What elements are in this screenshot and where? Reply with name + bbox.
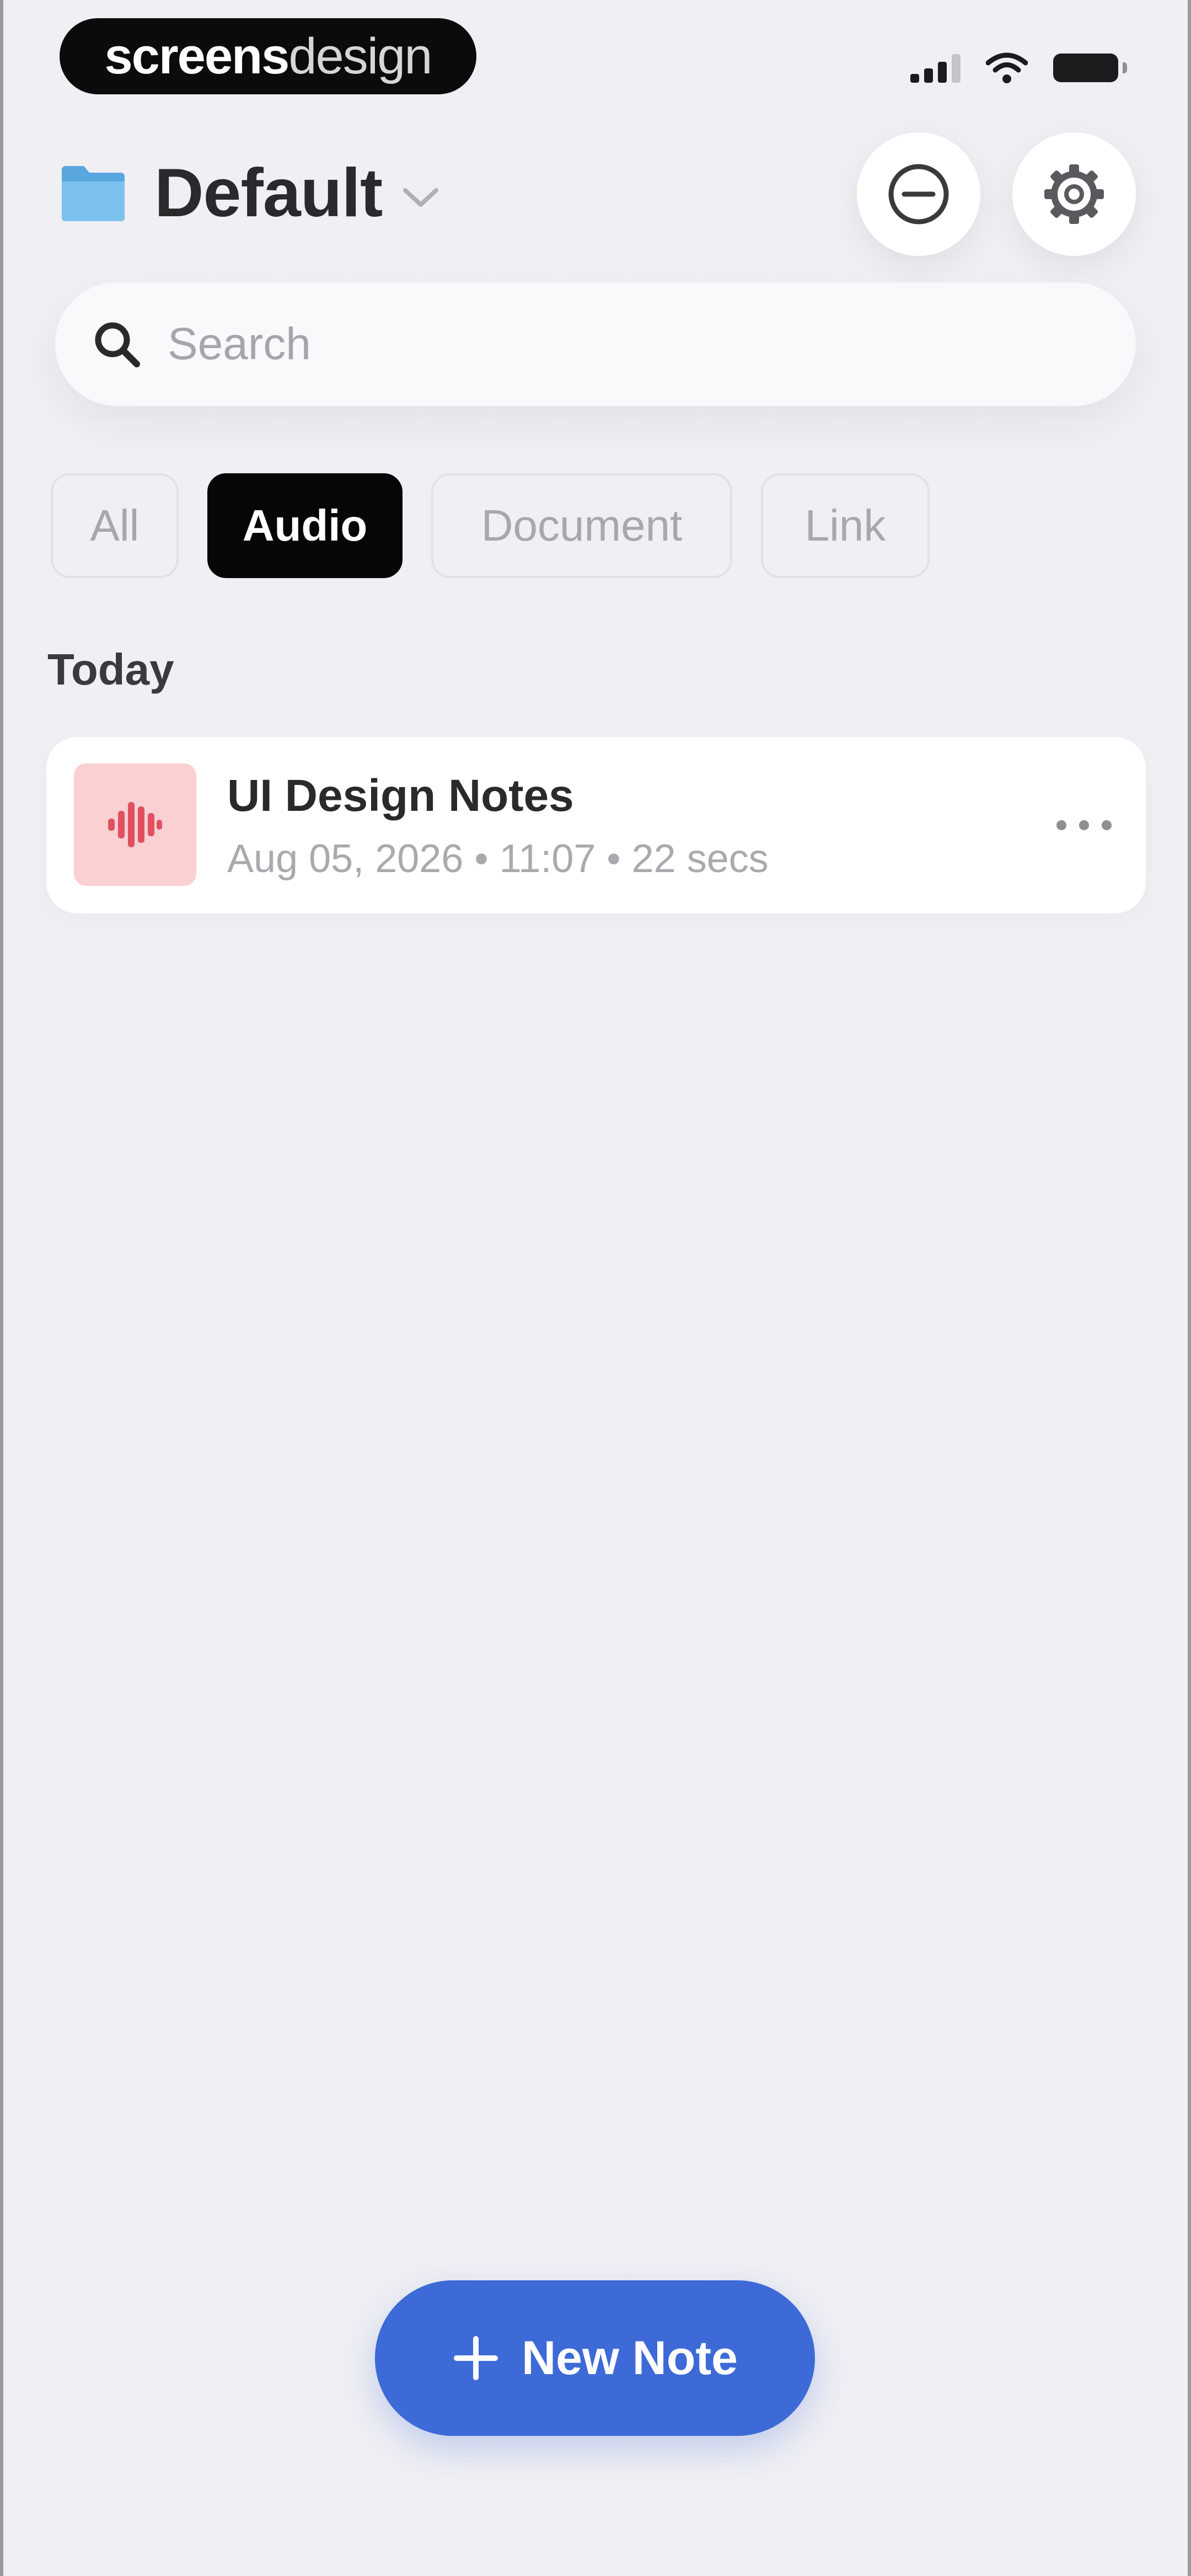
note-meta: Aug 05, 2026 • 11:07 • 22 secs [227,837,769,881]
filter-chips: All Audio Document Link [51,473,930,578]
filter-chip-link[interactable]: Link [761,473,930,578]
brand-watermark-part1: screens [104,28,290,84]
remove-button[interactable] [857,132,980,256]
note-title: UI Design Notes [227,771,574,821]
note-list-item[interactable]: UI Design Notes Aug 05, 2026 • 11:07 • 2… [46,737,1146,913]
new-note-button[interactable]: New Note [375,2280,815,2436]
minus-circle-icon [888,164,949,225]
search-input[interactable] [167,318,1051,371]
plus-icon [454,2336,498,2380]
search-icon [95,322,140,367]
filter-chip-document[interactable]: Document [431,473,732,578]
wifi-icon [986,52,1028,83]
new-note-label: New Note [522,2331,738,2385]
settings-button[interactable] [1012,132,1136,256]
brand-watermark: screens design [60,18,476,94]
folder-title: Default [154,155,383,231]
section-heading-today: Today [47,645,174,694]
note-thumbnail [74,763,196,886]
filter-chip-all[interactable]: All [51,473,179,578]
cellular-signal-icon [910,53,961,83]
folder-icon [62,166,125,221]
status-icons [910,49,1127,87]
more-horizontal-icon[interactable] [1056,809,1112,842]
brand-watermark-part2: design [288,28,432,84]
folder-switcher[interactable]: Default [60,149,443,237]
chevron-down-icon [403,188,439,207]
gear-icon [1044,164,1104,224]
battery-icon [1053,54,1127,82]
audio-waveform-icon [108,802,162,847]
search-bar[interactable] [55,282,1136,406]
filter-chip-audio[interactable]: Audio [207,473,403,578]
